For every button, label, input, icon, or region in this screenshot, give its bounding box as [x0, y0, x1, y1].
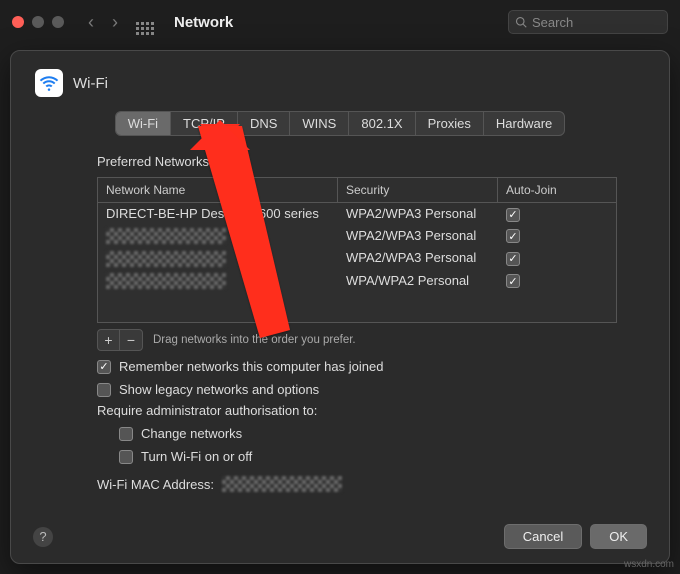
tab-wifi[interactable]: Wi-Fi [116, 112, 171, 135]
traffic-lights [12, 16, 64, 28]
tab-dns[interactable]: DNS [238, 112, 290, 135]
show-legacy-checkbox[interactable] [97, 383, 111, 397]
wifi-icon [35, 69, 63, 97]
help-button[interactable]: ? [33, 527, 53, 547]
toggle-wifi-checkbox[interactable] [119, 450, 133, 464]
col-autojoin[interactable]: Auto-Join [498, 178, 616, 202]
tab-proxies[interactable]: Proxies [416, 112, 484, 135]
remove-network-button[interactable]: − [120, 330, 142, 350]
window-toolbar: ‹ › Network Search [0, 0, 680, 44]
zoom-window-button[interactable] [52, 16, 64, 28]
table-row[interactable]: WPA2/WPA3 Personal [98, 247, 616, 270]
network-security: WPA2/WPA3 Personal [338, 247, 498, 270]
network-security: WPA2/WPA3 Personal [338, 203, 498, 225]
remember-networks-checkbox[interactable] [97, 360, 111, 374]
search-placeholder: Search [532, 15, 573, 30]
col-network-name[interactable]: Network Name [98, 178, 338, 202]
minimize-window-button[interactable] [32, 16, 44, 28]
autojoin-checkbox[interactable] [506, 274, 520, 288]
back-button[interactable]: ‹ [84, 12, 98, 33]
mac-address-value [222, 476, 342, 492]
add-network-button[interactable]: + [98, 330, 120, 350]
ok-button[interactable]: OK [590, 524, 647, 549]
window-title: Network [174, 14, 233, 31]
tab-tcpip[interactable]: TCP/IP [171, 112, 238, 135]
close-window-button[interactable] [12, 16, 24, 28]
show-legacy-label: Show legacy networks and options [119, 382, 319, 397]
network-name: DIRECT-BE-HP DeskJet 2600 series [98, 203, 338, 225]
drag-hint: Drag networks into the order you prefer. [153, 334, 356, 346]
require-admin-label: Require administrator authorisation to: [97, 403, 317, 418]
mac-address-label: Wi-Fi MAC Address: [97, 477, 214, 492]
watermark: wsxdn.com [624, 559, 674, 570]
autojoin-checkbox[interactable] [506, 252, 520, 266]
change-networks-checkbox[interactable] [119, 427, 133, 441]
table-row[interactable]: WPA2/WPA3 Personal [98, 225, 616, 248]
tab-wins[interactable]: WINS [290, 112, 349, 135]
cancel-button[interactable]: Cancel [504, 524, 582, 549]
tab-hardware[interactable]: Hardware [484, 112, 564, 135]
redacted-network-name [106, 273, 226, 289]
autojoin-checkbox[interactable] [506, 208, 520, 222]
table-header: Network Name Security Auto-Join [98, 178, 616, 203]
redacted-network-name [106, 251, 226, 267]
tab-8021x[interactable]: 802.1X [349, 112, 415, 135]
col-security[interactable]: Security [338, 178, 498, 202]
add-remove-buttons: + − [97, 329, 143, 351]
forward-button[interactable]: › [108, 12, 122, 33]
table-row[interactable]: WPA/WPA2 Personal [98, 270, 616, 293]
network-security: WPA/WPA2 Personal [338, 270, 498, 293]
search-field[interactable]: Search [508, 10, 668, 34]
preferred-networks-table: Network Name Security Auto-Join DIRECT-B… [97, 177, 617, 323]
table-row[interactable]: DIRECT-BE-HP DeskJet 2600 seriesWPA2/WPA… [98, 203, 616, 225]
sheet-title: Wi-Fi [73, 75, 108, 92]
network-security: WPA2/WPA3 Personal [338, 225, 498, 248]
remember-networks-label: Remember networks this computer has join… [119, 359, 383, 374]
redacted-network-name [106, 228, 226, 244]
autojoin-checkbox[interactable] [506, 229, 520, 243]
toggle-wifi-label: Turn Wi-Fi on or off [141, 449, 252, 464]
grid-icon [136, 22, 154, 35]
change-networks-label: Change networks [141, 426, 242, 441]
preferred-networks-label: Preferred Networks: [97, 154, 617, 169]
apps-grid-button[interactable] [132, 9, 158, 35]
tabs: Wi-Fi TCP/IP DNS WINS 802.1X Proxies Har… [115, 111, 566, 136]
search-icon [515, 16, 527, 28]
wifi-settings-sheet: Wi-Fi Wi-Fi TCP/IP DNS WINS 802.1X Proxi… [10, 50, 670, 564]
